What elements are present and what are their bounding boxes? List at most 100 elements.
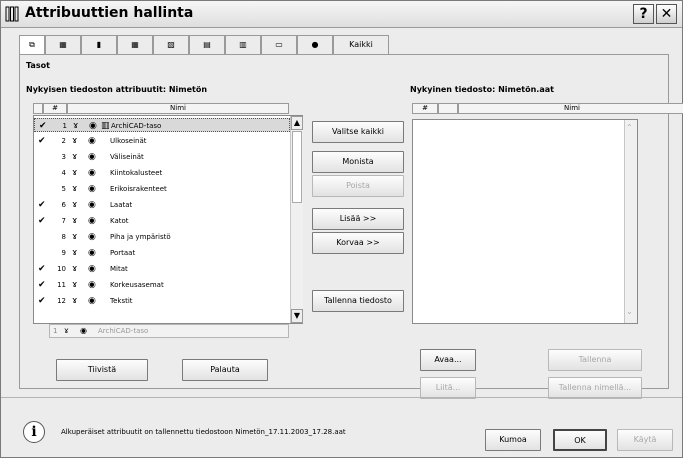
duplicate-button[interactable]: Monista	[312, 151, 404, 173]
lock-icon[interactable]: ɤ	[72, 134, 77, 148]
lock-icon[interactable]: ɤ	[72, 278, 77, 292]
list-item[interactable]: ✔ 6 ɤ ◉ Laatat	[34, 198, 290, 212]
lock-icon[interactable]: ɤ	[72, 182, 77, 196]
visibility-eye-icon[interactable]: ◉	[88, 278, 96, 292]
lock-icon[interactable]: ɤ	[72, 230, 77, 244]
lock-icon[interactable]: ɤ	[72, 246, 77, 260]
row-name: Korkeusasemat	[110, 281, 164, 289]
visibility-eye-icon[interactable]: ◉	[88, 262, 96, 276]
right-scrollbar[interactable]: ⌃ ⌄	[624, 120, 637, 323]
close-button[interactable]: ✕	[656, 4, 677, 24]
list-item[interactable]: 9 ɤ ◉ Portaat	[34, 246, 290, 260]
list-item[interactable]: ✔ 7 ɤ ◉ Katot	[34, 214, 290, 228]
tab-profiles[interactable]: ●	[297, 35, 333, 55]
list-item[interactable]: ✔ 11 ɤ ◉ Korkeusasemat	[34, 278, 290, 292]
tab-layers[interactable]: ⧉	[19, 35, 45, 55]
tab-all[interactable]: Kaikki	[333, 35, 389, 55]
layer-type-icon: ▥	[101, 121, 110, 131]
tab-fills[interactable]: ▦	[117, 35, 153, 55]
row-name: ArchiCAD-taso	[111, 122, 162, 130]
add-button[interactable]: Lisää >>	[312, 208, 404, 230]
tab-materials[interactable]: ▤	[189, 35, 225, 55]
visibility-eye-icon[interactable]: ◉	[80, 326, 87, 335]
composites-icon: ▧	[167, 40, 175, 49]
list-item[interactable]: 8 ɤ ◉ Piha ja ympäristö	[34, 230, 290, 244]
scroll-thumb[interactable]	[292, 131, 302, 203]
restore-button[interactable]: Palauta	[182, 359, 268, 381]
lock-icon[interactable]: ɤ	[72, 166, 77, 180]
list-item[interactable]: 5 ɤ ◉ Erikoisrakenteet	[34, 182, 290, 196]
visibility-eye-icon[interactable]: ◉	[88, 134, 96, 148]
checkmark-icon[interactable]: ✔	[38, 278, 46, 292]
checkmark-icon[interactable]: ✔	[38, 214, 46, 228]
pens-icon: ▦	[59, 40, 67, 49]
name-column-header[interactable]: Nimi	[67, 103, 289, 114]
visibility-eye-icon[interactable]: ◉	[88, 214, 96, 228]
save-file-button[interactable]: Tallenna tiedosto	[312, 290, 404, 312]
left-scrollbar[interactable]: ▲ ▼	[290, 116, 303, 323]
undo-button[interactable]: Kumoa	[485, 429, 541, 451]
visibility-eye-icon[interactable]: ◉	[88, 294, 96, 308]
lock-icon[interactable]: ɤ	[72, 214, 77, 228]
checkmark-icon[interactable]: ✔	[38, 198, 46, 212]
checkmark-icon[interactable]: ✔	[38, 294, 46, 308]
right-scroll-up-icon[interactable]: ⌃	[626, 123, 633, 132]
apply-button[interactable]: Käytä	[617, 429, 673, 451]
status-message: Alkuperäiset attribuutit on tallennettu …	[61, 428, 346, 436]
append-button[interactable]: Liitä...	[420, 377, 476, 399]
right-scroll-down-icon[interactable]: ⌄	[626, 307, 633, 316]
ok-button[interactable]: OK	[553, 429, 607, 451]
row-name: Erikoisrakenteet	[110, 185, 167, 193]
main-panel: Tasot Nykyisen tiedoston attribuutit: Ni…	[19, 54, 683, 399]
visibility-eye-icon[interactable]: ◉	[88, 166, 96, 180]
right-name-column-header[interactable]: Nimi	[458, 103, 683, 114]
list-item[interactable]: 3 ɤ ◉ Väliseinät	[34, 150, 290, 164]
lock-icon[interactable]: ɤ	[64, 326, 69, 335]
check-column-header[interactable]	[33, 103, 43, 114]
tab-pens[interactable]: ▦	[45, 35, 81, 55]
list-item[interactable]: ✔ 1 ɤ ◉ ▥ ArchiCAD-taso	[34, 118, 290, 132]
layer-edit-row[interactable]: 1 ɤ ◉ ArchiCAD-taso	[49, 324, 289, 338]
delete-button[interactable]: Poista	[312, 175, 404, 197]
list-item[interactable]: ✔ 12 ɤ ◉ Tekstit	[34, 294, 290, 308]
select-all-button[interactable]: Valitse kaikki	[312, 121, 404, 143]
number-column-header[interactable]: #	[43, 103, 67, 114]
row-name: Ulkoseinät	[110, 137, 147, 145]
row-name: Tekstit	[110, 297, 133, 305]
scroll-down-arrow-icon[interactable]: ▼	[291, 309, 303, 323]
row-number: 6	[61, 201, 66, 209]
visibility-eye-icon[interactable]: ◉	[89, 119, 97, 133]
attribute-file-list[interactable]: ⌃ ⌄	[412, 119, 638, 324]
tab-markup[interactable]: ▭	[261, 35, 297, 55]
lock-icon[interactable]: ɤ	[72, 262, 77, 276]
visibility-eye-icon[interactable]: ◉	[88, 246, 96, 260]
visibility-eye-icon[interactable]: ◉	[88, 198, 96, 212]
right-check-column-header[interactable]	[438, 103, 458, 114]
visibility-eye-icon[interactable]: ◉	[88, 150, 96, 164]
save-button[interactable]: Tallenna	[548, 349, 642, 371]
list-item[interactable]: ✔ 10 ɤ ◉ Mitat	[34, 262, 290, 276]
lock-icon[interactable]: ɤ	[72, 294, 77, 308]
lock-icon[interactable]: ɤ	[72, 150, 77, 164]
edit-name-field[interactable]: ArchiCAD-taso	[98, 327, 148, 335]
compress-button[interactable]: Tiivistä	[56, 359, 148, 381]
lock-icon[interactable]: ɤ	[72, 198, 77, 212]
checkmark-icon[interactable]: ✔	[39, 119, 47, 133]
checkmark-icon[interactable]: ✔	[38, 134, 46, 148]
open-button[interactable]: Avaa...	[420, 349, 476, 371]
scroll-up-arrow-icon[interactable]: ▲	[291, 116, 303, 130]
visibility-eye-icon[interactable]: ◉	[88, 230, 96, 244]
list-item[interactable]: 4 ɤ ◉ Kiintokalusteet	[34, 166, 290, 180]
save-as-button[interactable]: Tallenna nimellä...	[548, 377, 642, 399]
lock-icon[interactable]: ɤ	[73, 119, 78, 133]
tab-composites[interactable]: ▧	[153, 35, 189, 55]
right-number-column-header[interactable]: #	[412, 103, 438, 114]
tab-line-types[interactable]: ▮	[81, 35, 117, 55]
list-item[interactable]: ✔ 2 ɤ ◉ Ulkoseinät	[34, 134, 290, 148]
replace-button[interactable]: Korvaa >>	[312, 232, 404, 254]
current-attributes-list[interactable]: ✔ 1 ɤ ◉ ▥ ArchiCAD-taso ✔ 2 ɤ ◉ Ulkoseinät 3 ɤ ◉ Välis…	[33, 115, 303, 324]
checkmark-icon[interactable]: ✔	[38, 262, 46, 276]
help-button[interactable]: ?	[633, 4, 654, 24]
visibility-eye-icon[interactable]: ◉	[88, 182, 96, 196]
tab-zones[interactable]: ▥	[225, 35, 261, 55]
